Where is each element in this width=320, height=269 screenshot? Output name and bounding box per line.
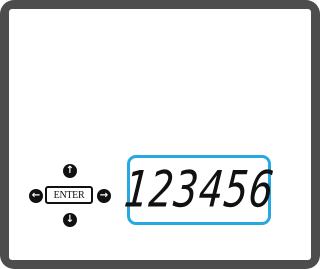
device-frame: ↑ ← ENTER → ↓ 123456 xyxy=(0,0,320,269)
device-screen: ↑ ← ENTER → ↓ 123456 xyxy=(9,9,311,260)
arrow-left-icon[interactable]: ← xyxy=(29,189,43,203)
arrow-up-icon[interactable]: ↑ xyxy=(63,164,77,178)
navigation-pad: ↑ ← ENTER → ↓ xyxy=(29,164,111,228)
enter-button[interactable]: ENTER xyxy=(45,186,93,204)
arrow-down-icon[interactable]: ↓ xyxy=(63,213,77,227)
arrow-right-icon[interactable]: → xyxy=(97,189,111,203)
enter-label: ENTER xyxy=(53,189,85,201)
numeric-display: 123456 xyxy=(121,155,277,225)
display-value: 123456 xyxy=(121,161,277,219)
